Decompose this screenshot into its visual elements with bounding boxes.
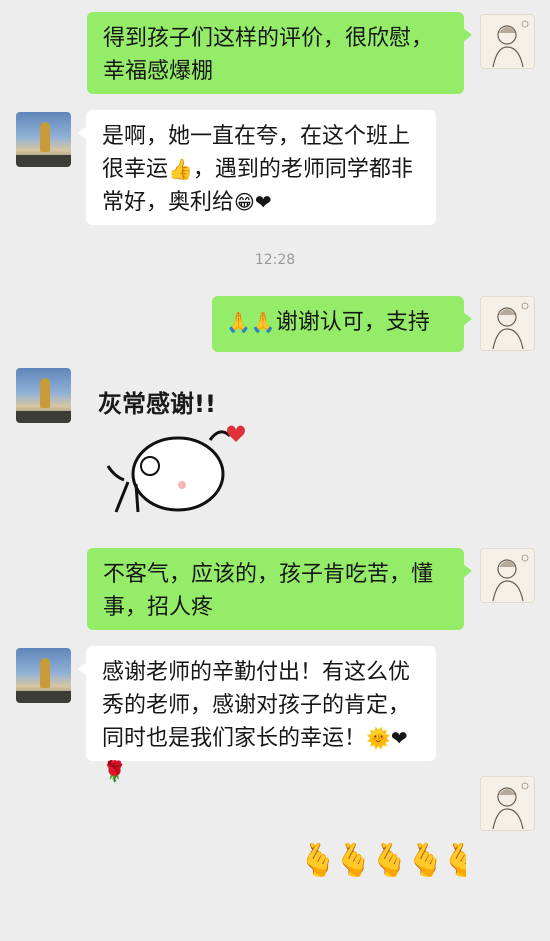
message-bubble-left[interactable]: 是啊，她一直在夸，在这个班上很幸运👍，遇到的老师同学都非常好，奥利给😁❤ (78, 110, 436, 225)
finger-heart-sticker[interactable]: 🫰🫰🫰🫰🫰 (298, 826, 466, 894)
message-text: 得到孩子们这样的评价，很欣慰，幸福感爆棚 (103, 26, 434, 84)
finger-heart-icon: 🫰🫰🫰🫰🫰 (298, 841, 466, 879)
my-avatar[interactable] (480, 776, 535, 831)
contact-avatar[interactable] (16, 368, 71, 423)
thanks-sticker[interactable]: 灰常感谢!! (90, 372, 260, 522)
thumbs-up-icon: 👍 (168, 157, 193, 181)
contact-avatar[interactable] (16, 648, 71, 703)
message-bubble-right[interactable]: 不客气，应该的，孩子肯吃苦，懂事，招人疼 (87, 548, 472, 630)
my-avatar[interactable] (480, 296, 535, 351)
blob-character-icon (106, 425, 245, 513)
message-text: 感谢老师的辛勤付出！有这么优秀的老师，感谢对孩子的肯定，同时也是我们家长的幸运！ (102, 660, 411, 751)
timestamp: 12:28 (254, 252, 296, 268)
message-text: 谢谢认可，支持 (275, 310, 430, 335)
message-bubble-right[interactable]: 🙏🙏谢谢认可，支持 (212, 296, 472, 352)
message-text: 不客气，应该的，孩子肯吃苦，懂事，招人疼 (103, 562, 434, 620)
grin-heart-icon: 😁❤ (234, 190, 272, 214)
message-bubble-left[interactable]: 感谢老师的辛勤付出！有这么优秀的老师，感谢对孩子的肯定，同时也是我们家长的幸运！… (78, 646, 436, 783)
message-bubble-right[interactable]: 得到孩子们这样的评价，很欣慰，幸福感爆棚 (87, 12, 472, 94)
contact-avatar[interactable] (16, 112, 71, 167)
my-avatar[interactable] (480, 14, 535, 69)
pray-icon: 🙏🙏 (226, 310, 276, 334)
my-avatar[interactable] (480, 548, 535, 603)
